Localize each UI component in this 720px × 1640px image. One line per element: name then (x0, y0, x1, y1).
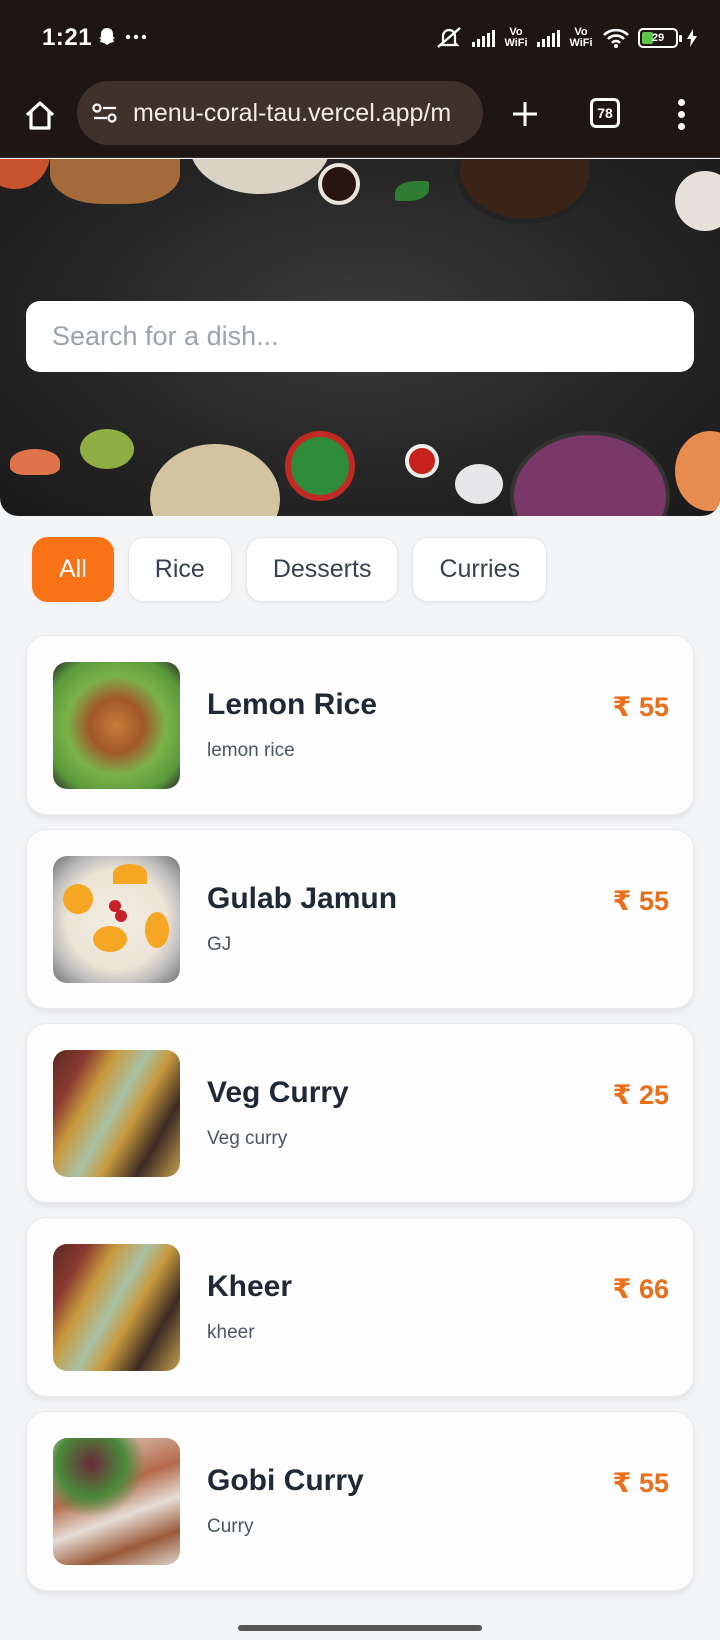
category-chip-all[interactable]: All (32, 537, 114, 602)
category-chip-curries[interactable]: Curries (412, 537, 548, 602)
status-bar: 1:21 Vo WiFi Vo WiFi 29 (0, 0, 720, 78)
tab-switcher-button[interactable]: 78 (590, 98, 620, 128)
sauce-bowl-image (405, 444, 439, 478)
dish-description: Curry (207, 1516, 254, 1537)
dish-image (53, 1438, 180, 1565)
snapchat-icon (99, 28, 147, 45)
dish-price: ₹ 55 (612, 692, 669, 722)
food-plate-image (675, 431, 720, 511)
category-filter-bar: All Rice Desserts Curries (32, 537, 548, 602)
dish-name: Lemon Rice (207, 688, 378, 721)
sauce-bowl-image (318, 163, 360, 205)
dish-card[interactable]: Gobi Curry Curry ₹ 55 (26, 1411, 694, 1591)
status-time: 1:21 (42, 24, 93, 51)
dish-image (53, 856, 180, 983)
gesture-home-indicator[interactable] (238, 1625, 482, 1631)
food-plate-image (150, 444, 280, 516)
wifi-icon (603, 28, 629, 48)
home-button[interactable] (18, 94, 62, 138)
food-plate-image (190, 159, 330, 194)
battery-icon: 29 (638, 28, 682, 48)
dish-image (53, 1050, 180, 1177)
dish-price: ₹ 66 (612, 1274, 669, 1304)
site-settings-icon[interactable] (91, 101, 119, 125)
food-plate-image (455, 159, 595, 224)
dish-image (53, 662, 180, 789)
status-system-icons: Vo WiFi Vo WiFi 29 (434, 22, 698, 54)
food-plate-image (50, 159, 180, 204)
category-chip-rice[interactable]: Rice (127, 537, 232, 602)
dish-price: ₹ 55 (612, 886, 669, 916)
battery-level: 29 (651, 32, 665, 44)
new-tab-button[interactable] (503, 92, 547, 136)
avocado-image (80, 429, 134, 469)
dish-card[interactable]: Kheer kheer ₹ 66 (26, 1217, 694, 1397)
dish-name: Veg Curry (207, 1076, 349, 1109)
food-plate-image (675, 171, 720, 231)
dish-description: lemon rice (207, 740, 295, 761)
url-text: menu-coral-tau.vercel.app/m (133, 98, 452, 127)
more-vert-icon (677, 98, 685, 106)
dish-name: Gobi Curry (207, 1464, 364, 1497)
status-notification-icons (96, 26, 152, 53)
dish-image (53, 1244, 180, 1371)
dish-card[interactable]: Veg Curry Veg curry ₹ 25 (26, 1023, 694, 1203)
dish-name: Gulab Jamun (207, 882, 398, 915)
dish-description: Veg curry (207, 1128, 288, 1149)
plus-icon (513, 102, 537, 126)
dish-price: ₹ 55 (612, 1468, 669, 1498)
vowifi-icon: Vo WiFi (504, 26, 528, 49)
rice-bowl-image (455, 464, 503, 504)
signal-icon (472, 29, 495, 47)
salad-bowl-image (285, 431, 355, 501)
shrimp-image (10, 449, 60, 475)
vowifi-icon: Vo WiFi (569, 26, 593, 49)
leaf-image (395, 181, 429, 201)
search-input[interactable] (26, 301, 694, 372)
dish-price: ₹ 25 (612, 1080, 669, 1110)
dish-card[interactable]: Lemon Rice lemon rice ₹ 55 (26, 635, 694, 815)
browser-menu-button[interactable] (665, 92, 697, 136)
charging-icon (687, 29, 697, 47)
signal-icon (537, 29, 560, 47)
address-bar[interactable]: menu-coral-tau.vercel.app/m (77, 81, 483, 145)
dish-description: GJ (207, 934, 232, 955)
food-plate-image (0, 159, 50, 189)
hero-banner (0, 159, 720, 516)
dish-card[interactable]: Gulab Jamun GJ ₹ 55 (26, 829, 694, 1009)
mute-vibrate-icon (437, 27, 461, 48)
home-icon (25, 101, 55, 130)
browser-toolbar: menu-coral-tau.vercel.app/m 78 (0, 78, 720, 158)
dish-description: kheer (207, 1322, 255, 1343)
dish-name: Kheer (207, 1270, 293, 1303)
category-chip-desserts[interactable]: Desserts (245, 537, 399, 602)
salad-bowl-image (510, 431, 670, 516)
